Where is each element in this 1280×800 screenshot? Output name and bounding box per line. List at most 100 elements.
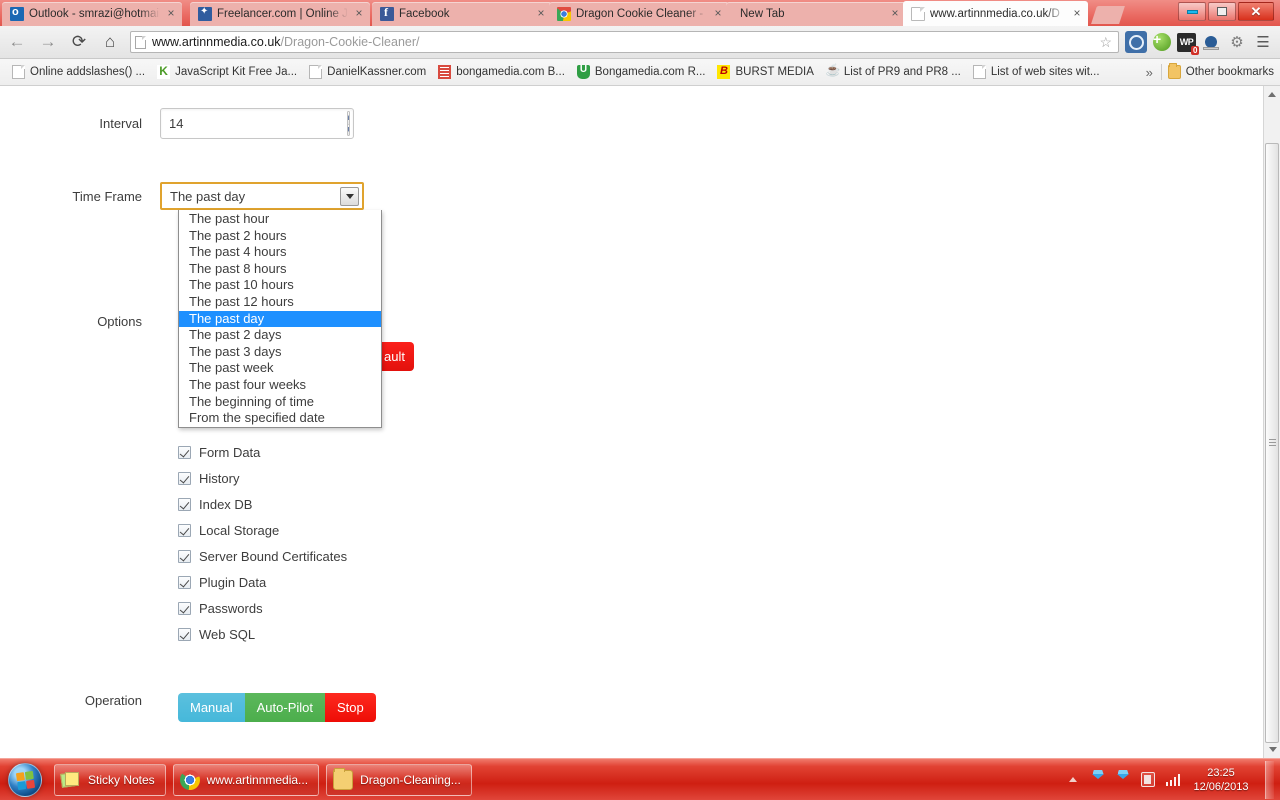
bookmarks-overflow-button[interactable]: » xyxy=(1138,63,1161,82)
checkbox-history[interactable]: History xyxy=(178,471,239,486)
gem-tray-icon-2[interactable] xyxy=(1115,771,1131,789)
bookmark-list-of-pr9-pr8[interactable]: List of PR9 and PR8 ... xyxy=(820,63,967,81)
checkbox-icon[interactable] xyxy=(178,602,191,615)
chevron-down-icon[interactable] xyxy=(340,187,359,206)
bongamedia-icon xyxy=(438,65,452,79)
checkbox-icon[interactable] xyxy=(178,576,191,589)
option-the-past-2-days[interactable]: The past 2 days xyxy=(179,327,381,344)
bookmark-burst-media[interactable]: B BURST MEDIA xyxy=(711,63,819,81)
browser-tab-dragon-cookie-cleaner[interactable]: Dragon Cookie Cleaner - E × xyxy=(549,2,729,26)
checkbox-local-storage[interactable]: Local Storage xyxy=(178,523,279,538)
bookmark-star-icon[interactable]: ☆ xyxy=(1099,34,1114,51)
wordpress-extension-icon[interactable]: WP 0 xyxy=(1177,32,1199,55)
reload-button[interactable]: ⟳ xyxy=(65,28,93,56)
taskbar-item-dragon-cleaning[interactable]: Dragon-Cleaning... xyxy=(326,763,472,796)
stepper-down-icon[interactable] xyxy=(348,123,349,135)
blue-circle-extension-icon[interactable] xyxy=(1125,31,1147,53)
scrollbar-thumb[interactable] xyxy=(1265,143,1279,743)
other-bookmarks-folder[interactable]: Other bookmarks xyxy=(1162,63,1280,81)
option-the-past-4-hours[interactable]: The past 4 hours xyxy=(179,244,381,261)
back-button[interactable]: ← xyxy=(3,28,31,56)
option-the-past-8-hours[interactable]: The past 8 hours xyxy=(179,261,381,278)
checkbox-icon[interactable] xyxy=(178,446,191,459)
bookmark-list-of-web-sites[interactable]: List of web sites wit... xyxy=(967,63,1106,81)
new-tab-button[interactable] xyxy=(1091,6,1125,24)
option-the-past-12-hours[interactable]: The past 12 hours xyxy=(179,294,381,311)
bookmark-label: bongamedia.com B... xyxy=(456,66,565,78)
option-the-past-day[interactable]: The past day xyxy=(179,310,381,328)
stop-button[interactable]: Stop xyxy=(325,693,376,722)
option-the-past-week[interactable]: The past week xyxy=(179,360,381,377)
tab-close-icon[interactable]: × xyxy=(1070,6,1084,21)
gem-tray-icon-1[interactable] xyxy=(1090,771,1106,789)
auto-pilot-button[interactable]: Auto-Pilot xyxy=(244,693,326,722)
gear-extension-icon[interactable]: ⚙ xyxy=(1226,31,1248,53)
option-the-past-hour[interactable]: The past hour xyxy=(179,211,381,228)
browser-tab-artinnmedia[interactable]: www.artinnmedia.co.uk/D × xyxy=(903,1,1088,26)
option-the-past-3-days[interactable]: The past 3 days xyxy=(179,344,381,361)
checkbox-form-data[interactable]: Form Data xyxy=(178,445,260,460)
checkbox-plugin-data[interactable]: Plugin Data xyxy=(178,575,266,590)
option-the-past-four-weeks[interactable]: The past four weeks xyxy=(179,377,381,394)
taskbar-clock[interactable]: 23:25 12/06/2013 xyxy=(1190,766,1252,794)
show-hidden-icons-button[interactable] xyxy=(1065,771,1081,789)
forward-button[interactable]: → xyxy=(34,28,62,56)
interval-input[interactable] xyxy=(161,109,347,138)
interval-input-wrapper[interactable] xyxy=(160,108,354,139)
network-signal-icon[interactable] xyxy=(1165,771,1181,789)
interval-stepper[interactable] xyxy=(347,111,350,136)
close-window-button[interactable]: ✕ xyxy=(1238,2,1274,21)
bookmark-bongamedia-b[interactable]: bongamedia.com B... xyxy=(432,63,571,81)
manual-button[interactable]: Manual xyxy=(178,693,245,722)
home-button[interactable]: ⌂ xyxy=(96,28,124,56)
browser-tab-new-tab[interactable]: New Tab × xyxy=(726,2,906,26)
option-the-past-10-hours[interactable]: The past 10 hours xyxy=(179,277,381,294)
page-info-icon[interactable] xyxy=(135,35,146,49)
checkbox-icon[interactable] xyxy=(178,498,191,511)
checkbox-index-db[interactable]: Index DB xyxy=(178,497,252,512)
green-plus-extension-icon[interactable]: + xyxy=(1151,31,1173,53)
bookmark-bongamedia-r[interactable]: Bongamedia.com R... xyxy=(571,63,712,81)
taskbar-item-chrome[interactable]: www.artinnmedia... xyxy=(172,763,320,796)
tab-close-icon[interactable]: × xyxy=(352,7,366,21)
scroll-down-icon[interactable] xyxy=(1264,741,1280,758)
tab-close-icon[interactable]: × xyxy=(164,7,178,21)
tab-close-icon[interactable]: × xyxy=(888,7,902,21)
option-the-beginning-of-time[interactable]: The beginning of time xyxy=(179,394,381,411)
time-frame-select[interactable]: The past day xyxy=(160,182,364,210)
tab-title: www.artinnmedia.co.uk/D xyxy=(930,7,1060,20)
checkbox-passwords[interactable]: Passwords xyxy=(178,601,263,616)
browser-tab-freelancer[interactable]: Freelancer.com | Online Jo × xyxy=(190,2,370,26)
page-scrollbar[interactable] xyxy=(1263,86,1280,758)
chrome-menu-icon[interactable]: ☰ xyxy=(1252,31,1274,53)
removable-device-icon[interactable] xyxy=(1140,771,1156,789)
user-avatar-extension-icon[interactable] xyxy=(1200,31,1222,53)
bookmark-online-addslashes[interactable]: Online addslashes() ... xyxy=(6,63,151,81)
option-from-the-specified-date[interactable]: From the specified date xyxy=(179,410,381,427)
minimize-button[interactable] xyxy=(1178,2,1206,21)
checkbox-icon[interactable] xyxy=(178,628,191,641)
time-frame-option-list[interactable]: The past hour The past 2 hours The past … xyxy=(178,210,382,428)
bookmark-javascript-kit[interactable]: K JavaScript Kit Free Ja... xyxy=(151,63,303,81)
restore-button[interactable] xyxy=(1208,2,1236,21)
browser-tab-outlook[interactable]: Outlook - smrazi@hotmail × xyxy=(2,2,182,26)
address-bar[interactable]: www.artinnmedia.co.uk/Dragon-Cookie-Clea… xyxy=(130,31,1119,53)
tab-close-icon[interactable]: × xyxy=(534,7,548,21)
option-the-past-2-hours[interactable]: The past 2 hours xyxy=(179,228,381,245)
checkbox-web-sql[interactable]: Web SQL xyxy=(178,627,255,642)
checkbox-icon[interactable] xyxy=(178,524,191,537)
scroll-up-icon[interactable] xyxy=(1264,86,1280,103)
checkbox-icon[interactable] xyxy=(178,550,191,563)
tab-close-icon[interactable]: × xyxy=(711,7,725,21)
scrollbar-grip xyxy=(1268,439,1276,447)
start-button[interactable] xyxy=(3,761,47,799)
stepper-up-icon[interactable] xyxy=(348,112,349,124)
checkbox-server-bound-certificates[interactable]: Server Bound Certificates xyxy=(178,549,347,564)
bookmark-danielkassner[interactable]: DanielKassner.com xyxy=(303,63,432,81)
restore-icon xyxy=(1217,7,1227,16)
show-desktop-button[interactable] xyxy=(1265,760,1274,799)
browser-tab-facebook[interactable]: Facebook × xyxy=(372,2,552,26)
checkbox-icon[interactable] xyxy=(178,472,191,485)
taskbar-item-sticky-notes[interactable]: Sticky Notes xyxy=(54,763,166,796)
windows-logo-icon xyxy=(8,762,42,797)
